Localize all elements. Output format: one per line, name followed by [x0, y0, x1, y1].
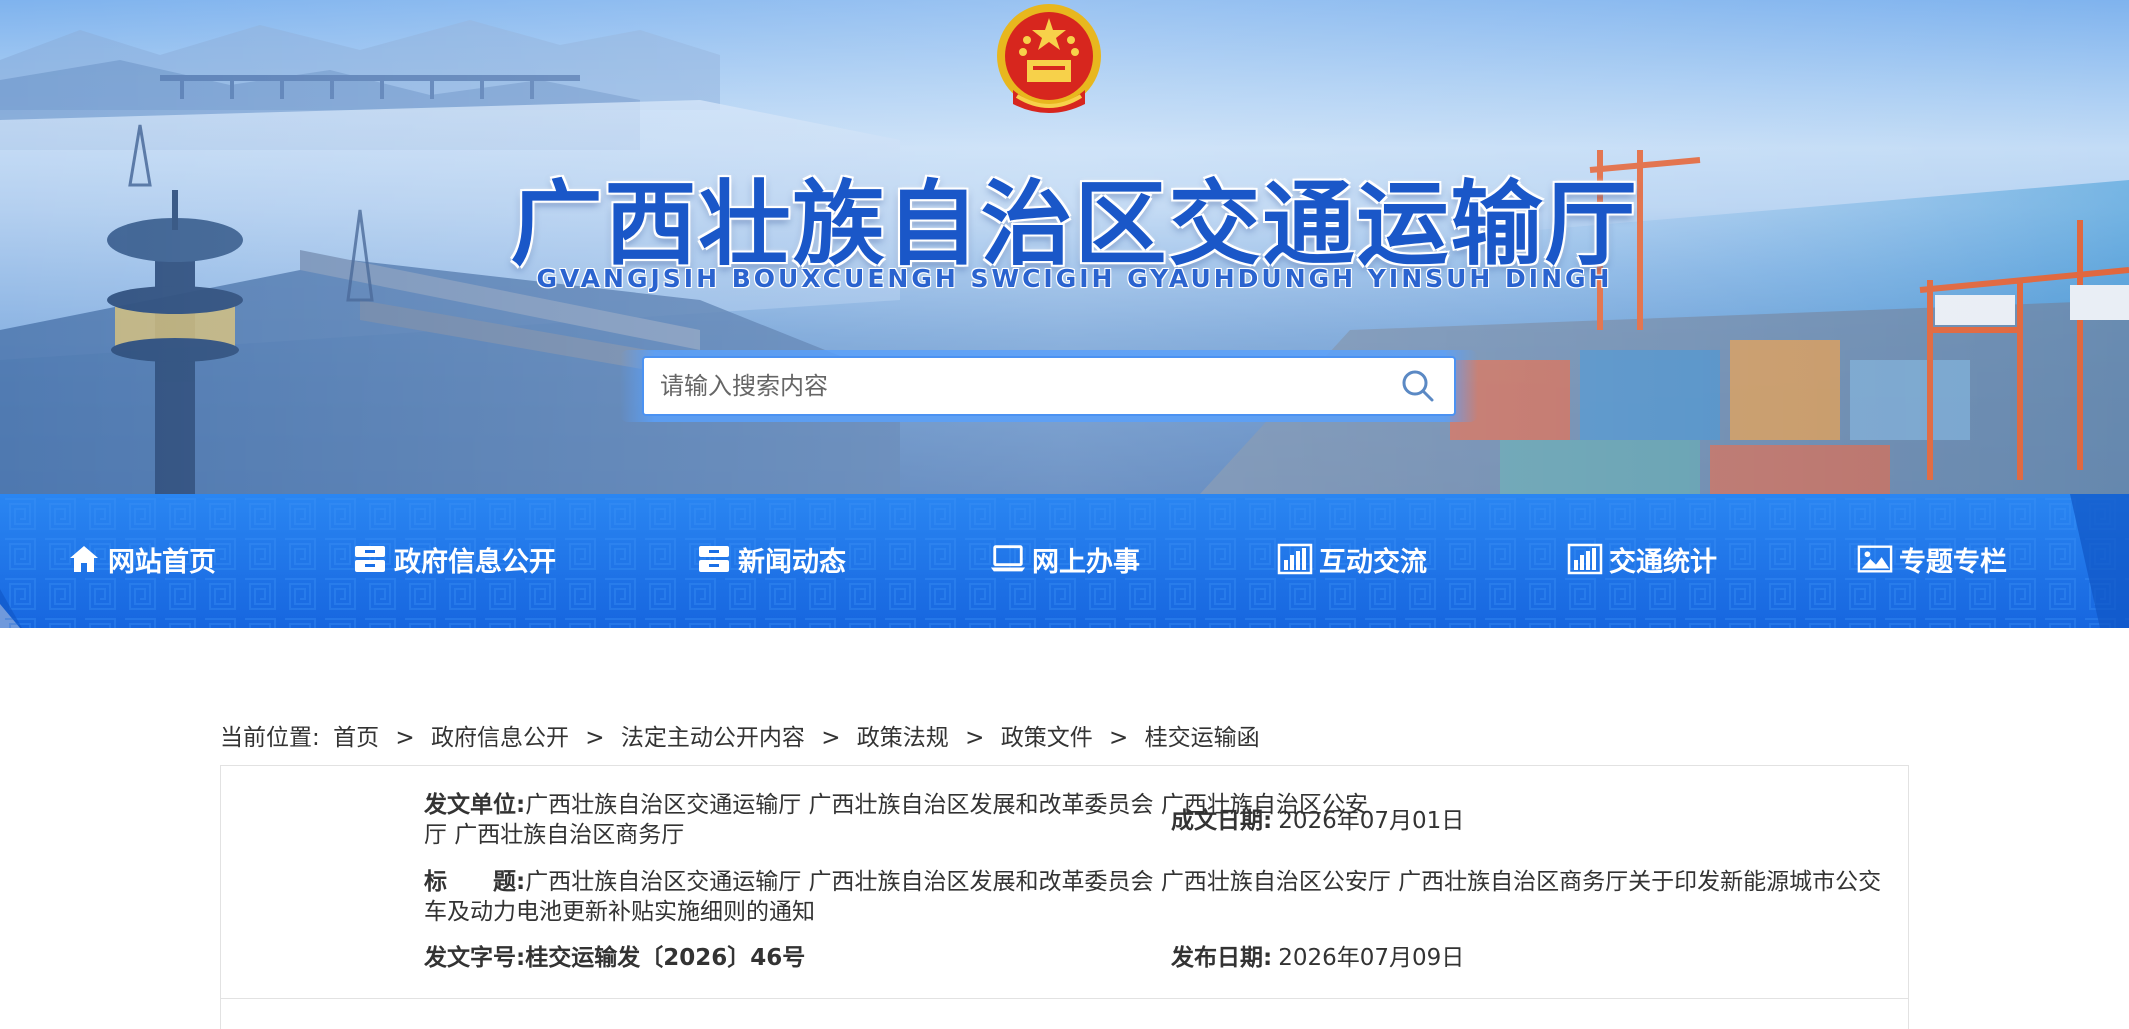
breadcrumb-item[interactable]: 首页: [333, 725, 379, 751]
document-number-label: 发文字号:: [424, 945, 526, 971]
nav-item-label: 网上办事: [1032, 546, 1140, 578]
nav-item-label: 新闻动态: [738, 546, 846, 578]
breadcrumb-separator: >: [1109, 725, 1129, 751]
nav-item-news[interactable]: 新闻动态: [696, 532, 846, 586]
title-label: 标 题:: [424, 869, 526, 895]
nav-item-gov-info[interactable]: 政府信息公开: [352, 532, 556, 586]
document-number-field: 发文字号:桂交运输发〔2026〕46号: [424, 943, 805, 973]
document-number-value: 桂交运输发〔2026〕46号: [525, 945, 806, 971]
nav-item-interaction[interactable]: 互动交流: [1277, 532, 1427, 586]
breadcrumb-separator: >: [821, 725, 841, 751]
site-subtitle: GVANGJSIH BOUXCUENGH SWCIGIH GYAUHDUNGH …: [536, 264, 1613, 293]
created-date-label: 成文日期:: [1171, 808, 1273, 834]
breadcrumb: 当前位置: 首页 > 政府信息公开 > 法定主动公开内容 > 政策法规 > 政策…: [220, 718, 1260, 752]
search-icon[interactable]: [1398, 366, 1438, 406]
created-date-value: 2026年07月01日: [1278, 808, 1465, 834]
breadcrumb-separator: >: [395, 725, 415, 751]
nav-item-online-services[interactable]: 网上办事: [990, 532, 1140, 586]
divider: [221, 998, 1908, 999]
nav-item-label: 网站首页: [108, 546, 216, 578]
issuer-label: 发文单位:: [424, 792, 526, 818]
breadcrumb-item[interactable]: 政策文件: [1001, 725, 1093, 751]
header-banner: 广西壮族自治区交通运输厅 GVANGJSIH BOUXCUENGH SWCIGI…: [0, 0, 2129, 494]
home-icon: [66, 541, 102, 577]
breadcrumb-item[interactable]: 政府信息公开: [431, 725, 569, 751]
bar-chart-icon: [1277, 541, 1313, 577]
nav-item-special-topics[interactable]: 专题专栏: [1857, 532, 2007, 586]
nav-item-home[interactable]: 网站首页: [66, 532, 216, 586]
laptop-icon: [990, 541, 1026, 577]
nav-item-label: 专题专栏: [1899, 546, 2007, 578]
search-input[interactable]: [660, 372, 1398, 400]
title-value: 广西壮族自治区交通运输厅 广西壮族自治区发展和改革委员会 广西壮族自治区公安厅 …: [424, 869, 1882, 925]
nav-item-label: 互动交流: [1319, 546, 1427, 578]
nav-item-label: 政府信息公开: [394, 546, 556, 578]
published-date-value: 2026年07月09日: [1278, 945, 1465, 971]
published-date-label: 发布日期:: [1171, 945, 1273, 971]
breadcrumb-separator: >: [965, 725, 985, 751]
nav-item-statistics[interactable]: 交通统计: [1567, 532, 1717, 586]
archive-icon: [352, 541, 388, 577]
title-field: 标 题:广西壮族自治区交通运输厅 广西壮族自治区发展和改革委员会 广西壮族自治区…: [424, 867, 1894, 927]
nav-item-label: 交通统计: [1609, 546, 1717, 578]
picture-icon: [1857, 541, 1893, 577]
search-bar: [620, 350, 1478, 422]
breadcrumb-separator: >: [585, 725, 605, 751]
created-date-field: 成文日期: 2026年07月01日: [1171, 806, 1464, 836]
bar-chart-icon: [1567, 541, 1603, 577]
main-nav: 网站首页 政府信息公开 新闻动态 网上办事 互动交流 交通统计 专题专栏: [0, 494, 2129, 628]
published-date-field: 发布日期: 2026年07月09日: [1171, 943, 1464, 973]
document-info-panel: 发文单位: 广西壮族自治区交通运输厅 广西壮族自治区发展和改革委员会 广西壮族自治…: [220, 765, 1909, 1029]
archive-icon: [696, 541, 732, 577]
breadcrumb-item[interactable]: 法定主动公开内容: [621, 725, 805, 751]
national-emblem-icon: [997, 4, 1101, 113]
breadcrumb-item[interactable]: 桂交运输函: [1145, 725, 1260, 751]
search-box: [642, 356, 1456, 416]
breadcrumb-item[interactable]: 政策法规: [857, 725, 949, 751]
breadcrumb-prefix: 当前位置:: [220, 725, 320, 751]
